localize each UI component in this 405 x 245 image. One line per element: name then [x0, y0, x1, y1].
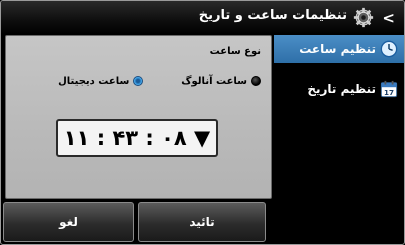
clock-icon	[380, 40, 398, 58]
back-button[interactable]: <	[382, 9, 395, 27]
sidebar-item-label: تنظیم تاریخ	[307, 82, 376, 96]
radio-analog[interactable]	[251, 76, 261, 86]
confirm-button[interactable]: تائید	[138, 202, 266, 242]
clock-type-radio-group: ساعت آنالوگ ساعت دیجیتال	[16, 73, 261, 89]
radio-digital[interactable]	[133, 76, 144, 86]
sidebar: تنظیم ساعت 17 تنظیم تاریخ	[274, 35, 404, 244]
calendar-icon: 17	[380, 80, 398, 98]
gear-icon	[353, 7, 374, 28]
radio-analog-label[interactable]: ساعت آنالوگ	[181, 76, 247, 87]
cancel-button[interactable]: لغو	[3, 202, 134, 242]
time-value: ۱۱ : ۴۳ : ۰۸ ▼	[63, 126, 211, 150]
calendar-number: 17	[384, 88, 394, 97]
radio-digital-label[interactable]: ساعت دیجیتال	[58, 76, 129, 87]
time-settings-panel: نوع ساعت ساعت آنالوگ ساعت دیجیتال ۱۱ : ۴…	[5, 35, 272, 199]
app-window: تنظیمات ساعت و تاریخ < تنظیم ساعت 17 تنظ…	[0, 0, 405, 245]
sidebar-item-date-settings[interactable]: 17 تنظیم تاریخ	[274, 75, 404, 103]
sidebar-item-time-settings[interactable]: تنظیم ساعت	[274, 35, 404, 63]
page-title: تنظیمات ساعت و تاریخ	[198, 8, 347, 23]
time-input[interactable]: ۱۱ : ۴۳ : ۰۸ ▼	[56, 119, 218, 157]
time-type-label: نوع ساعت	[209, 46, 261, 57]
title-bar: تنظیمات ساعت و تاریخ <	[1, 1, 404, 34]
sidebar-item-label: تنظیم ساعت	[299, 42, 376, 56]
